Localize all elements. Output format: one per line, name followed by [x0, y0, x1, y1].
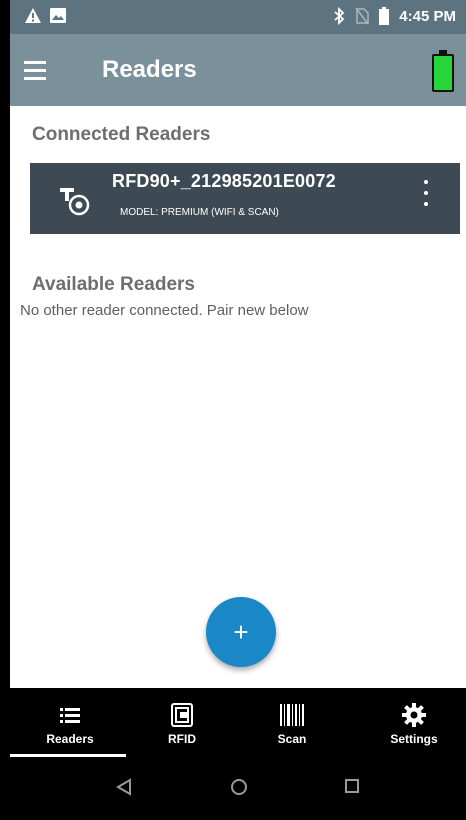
more-vert-icon[interactable] — [420, 180, 432, 206]
available-readers-heading: Available Readers — [32, 274, 195, 295]
list-icon — [60, 708, 80, 723]
reader-name: RFD90+_212985201E0072 — [112, 171, 336, 191]
status-bar: 4:45 PM — [10, 0, 466, 34]
reader-model: MODEL: PREMIUM (WIFI & SCAN) — [120, 207, 279, 218]
active-tab-indicator — [10, 754, 126, 757]
gear-icon — [402, 703, 426, 727]
add-reader-button[interactable]: + — [206, 597, 276, 667]
connected-readers-heading: Connected Readers — [32, 124, 211, 145]
page-title: Readers — [102, 56, 197, 83]
nav-label-rfid: RFID — [168, 732, 196, 746]
bottom-navigation: Readers RFID Scan Settings — [10, 688, 466, 758]
bluetooth-icon — [334, 7, 345, 25]
rfid-icon — [171, 703, 193, 727]
home-icon[interactable] — [230, 778, 248, 796]
hamburger-menu-icon[interactable] — [24, 54, 58, 86]
battery-icon — [379, 7, 390, 25]
app-bar: Readers — [10, 34, 466, 106]
nav-item-rfid[interactable]: RFID — [152, 688, 212, 758]
back-icon[interactable] — [116, 778, 132, 796]
system-navigation-bar — [10, 758, 466, 820]
battery-full-icon[interactable] — [432, 50, 454, 92]
available-readers-message: No other reader connected. Pair new belo… — [20, 302, 309, 319]
nav-label-scan: Scan — [277, 732, 307, 746]
barcode-icon — [280, 704, 304, 726]
no-sim-icon — [355, 7, 370, 25]
plus-icon: + — [233, 616, 249, 647]
nav-label-settings: Settings — [390, 732, 438, 746]
app-screen: 4:45 PM Readers Connected Readers RFD90+… — [10, 0, 466, 820]
recents-icon[interactable] — [344, 778, 360, 794]
rfid-reader-icon — [60, 188, 90, 216]
image-icon — [50, 8, 66, 23]
nav-label-readers: Readers — [46, 732, 94, 746]
nav-item-settings[interactable]: Settings — [374, 688, 454, 758]
nav-item-scan[interactable]: Scan — [262, 688, 322, 758]
connected-reader-card[interactable]: RFD90+_212985201E0072 MODEL: PREMIUM (WI… — [30, 163, 460, 234]
warning-icon — [25, 8, 41, 23]
status-time: 4:45 PM — [399, 7, 456, 25]
nav-item-readers[interactable]: Readers — [32, 688, 108, 758]
